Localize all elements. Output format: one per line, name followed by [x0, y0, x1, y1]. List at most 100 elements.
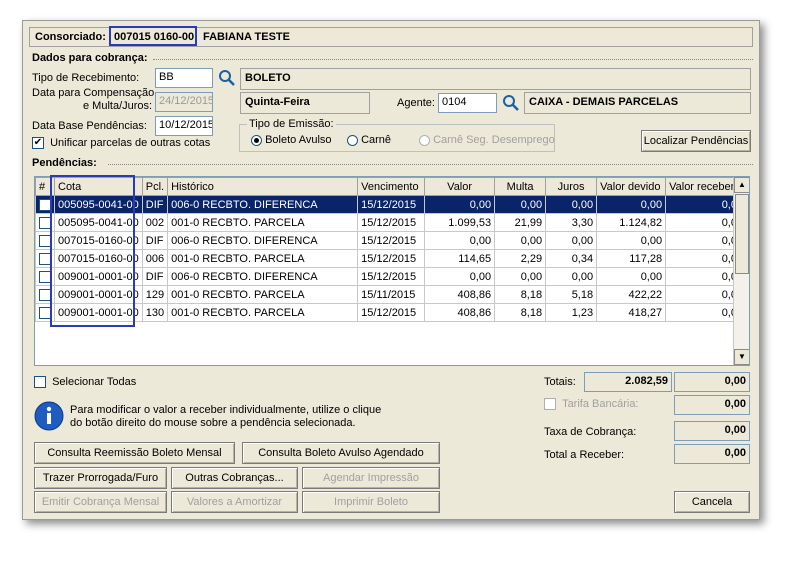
table-row[interactable]: 007015-0160-00 DIF 006-0 RECBTO. DIFERENCA…	[35, 231, 748, 250]
cell-multa: 2,29	[494, 249, 547, 268]
row-checkbox[interactable]	[39, 252, 51, 265]
cell-venc: 15/12/2015	[357, 303, 426, 322]
col-header-valor-devido[interactable]: Valor devido	[596, 177, 667, 196]
info-text-line-1: Para modificar o valor a receber individ…	[70, 404, 382, 416]
selecionar-todas-checkbox[interactable]	[34, 376, 46, 389]
table-row[interactable]: 009001-0001-00 130 001-0 RECBTO. PARCELA 15…	[35, 303, 748, 322]
info-text-line-2: do botão direito do mouse sobre a pendên…	[70, 417, 356, 429]
desemprego-radio-label: Carnê Seg. Desemprego	[433, 134, 555, 146]
scroll-thumb[interactable]	[735, 194, 749, 274]
col-header-pcl[interactable]: Pcl.	[141, 177, 169, 196]
pendencias-divider	[108, 164, 753, 165]
cell-pcl: DIF	[141, 231, 169, 250]
row-checkbox[interactable]	[39, 198, 51, 211]
cell-venc: 15/12/2015	[357, 213, 426, 232]
row-select-cell[interactable]	[35, 195, 55, 214]
tarifa-row: Tarifa Bancária:	[544, 398, 639, 411]
localizar-pendencias-button[interactable]: Localizar Pendências	[641, 130, 751, 152]
compensacao-input: 24/12/2015	[155, 92, 213, 112]
vertical-scrollbar[interactable]: ▲ ▼	[733, 177, 749, 365]
agente-search-icon[interactable]	[502, 94, 520, 112]
row-checkbox[interactable]	[39, 288, 51, 301]
emissao-option-carne[interactable]: Carnê	[347, 134, 391, 146]
cell-venc: 15/11/2015	[357, 285, 426, 304]
cell-hist: 001-0 RECBTO. PARCELA	[167, 285, 359, 304]
col-header-multa[interactable]: Multa	[494, 177, 547, 196]
cell-hist: 006-0 RECBTO. DIFERENCA	[167, 267, 359, 286]
cell-hist: 006-0 RECBTO. DIFERENCA	[167, 231, 359, 250]
search-icon[interactable]	[218, 69, 236, 87]
boleto-radio-label: Boleto Avulso	[265, 134, 332, 146]
consulta-reemissao-button[interactable]: Consulta Reemissão Boleto Mensal	[34, 442, 235, 464]
row-select-cell[interactable]	[35, 231, 55, 250]
scroll-up-icon[interactable]: ▲	[734, 177, 749, 193]
valores-amortizar-button: Valores a Amortizar	[171, 491, 298, 513]
cell-pcl: 130	[141, 303, 169, 322]
cell-multa: 8,18	[494, 285, 547, 304]
row-checkbox[interactable]	[39, 306, 51, 319]
table-row[interactable]: 005095-0041-00 DIF 006-0 RECBTO. DIFERENCA…	[35, 195, 748, 214]
cell-valor: 1.099,53	[424, 213, 496, 232]
cell-valor: 0,00	[424, 195, 496, 214]
col-header-juros[interactable]: Juros	[545, 177, 598, 196]
table-row[interactable]: 009001-0001-00 129 001-0 RECBTO. PARCELA 15…	[35, 285, 748, 304]
cell-hist: 006-0 RECBTO. DIFERENCA	[167, 195, 359, 214]
cell-cota: 005095-0041-00	[54, 195, 143, 214]
col-header-historico[interactable]: Histórico	[167, 177, 359, 196]
totais-devido-field: 2.082,59	[584, 372, 672, 392]
data-base-input[interactable]: 10/12/2015	[155, 116, 213, 136]
col-header-valor[interactable]: Valor	[424, 177, 496, 196]
row-select-cell[interactable]	[35, 267, 55, 286]
scroll-down-icon[interactable]: ▼	[734, 349, 749, 365]
agente-input[interactable]: 0104	[438, 93, 497, 113]
cell-multa: 8,18	[494, 303, 547, 322]
totais-label: Totais:	[544, 376, 576, 388]
cell-devido: 422,22	[596, 285, 667, 304]
cell-juros: 5,18	[545, 285, 598, 304]
compensacao-label-1: Data para Compensação	[32, 87, 155, 99]
table-row[interactable]: 007015-0160-00 006 001-0 RECBTO. PARCELA 15…	[35, 249, 748, 268]
tipo-recebimento-input[interactable]: BB	[155, 68, 213, 88]
emissao-option-boleto[interactable]: Boleto Avulso	[251, 134, 332, 146]
outras-cobrancas-button[interactable]: Outras Cobranças...	[171, 467, 298, 489]
selecionar-todas-row[interactable]: Selecionar Todas	[34, 376, 136, 389]
consulta-avulso-button[interactable]: Consulta Boleto Avulso Agendado	[242, 442, 440, 464]
cell-cota: 007015-0160-00	[54, 231, 143, 250]
unificar-row[interactable]: ✔ Unificar parcelas de outras cotas	[32, 137, 210, 150]
cell-pcl: 002	[141, 213, 169, 232]
col-header-cota[interactable]: Cota	[54, 177, 143, 196]
row-checkbox[interactable]	[39, 270, 51, 283]
cell-pcl: DIF	[141, 195, 169, 214]
row-select-cell[interactable]	[35, 285, 55, 304]
cell-valor: 114,65	[424, 249, 496, 268]
dados-section-label: Dados para cobrança:	[32, 52, 148, 64]
unificar-checkbox[interactable]: ✔	[32, 137, 44, 150]
table-row[interactable]: 009001-0001-00 DIF 006-0 RECBTO. DIFERENCA…	[35, 267, 748, 286]
pendencias-grid[interactable]: # Cota Pcl. Histórico Vencimento Valor M…	[34, 176, 750, 366]
table-row[interactable]: 005095-0041-00 002 001-0 RECBTO. PARCELA 15…	[35, 213, 748, 232]
tarifa-label: Tarifa Bancária:	[562, 398, 639, 410]
desemprego-radio	[419, 134, 430, 146]
total-receber-label: Total a Receber:	[544, 449, 625, 461]
row-checkbox[interactable]	[39, 234, 51, 247]
cell-devido: 418,27	[596, 303, 667, 322]
row-select-cell[interactable]	[35, 213, 55, 232]
row-checkbox[interactable]	[39, 216, 51, 229]
col-header-index[interactable]: #	[35, 177, 55, 196]
cell-valor: 0,00	[424, 267, 496, 286]
cell-hist: 001-0 RECBTO. PARCELA	[167, 213, 359, 232]
cancela-button[interactable]: Cancela	[674, 491, 750, 513]
tipo-recebimento-label: Tipo de Recebimento:	[32, 72, 140, 84]
cell-devido: 117,28	[596, 249, 667, 268]
agente-label: Agente:	[397, 97, 435, 109]
row-select-cell[interactable]	[35, 249, 55, 268]
boleto-radio[interactable]	[251, 134, 262, 146]
cell-juros: 0,34	[545, 249, 598, 268]
col-header-vencimento[interactable]: Vencimento	[357, 177, 426, 196]
cell-hist: 001-0 RECBTO. PARCELA	[167, 249, 359, 268]
pendencias-section-label: Pendências:	[32, 157, 97, 169]
carne-radio[interactable]	[347, 134, 358, 146]
cell-venc: 15/12/2015	[357, 267, 426, 286]
trazer-prorrogada-button[interactable]: Trazer Prorrogada/Furo	[34, 467, 167, 489]
row-select-cell[interactable]	[35, 303, 55, 322]
